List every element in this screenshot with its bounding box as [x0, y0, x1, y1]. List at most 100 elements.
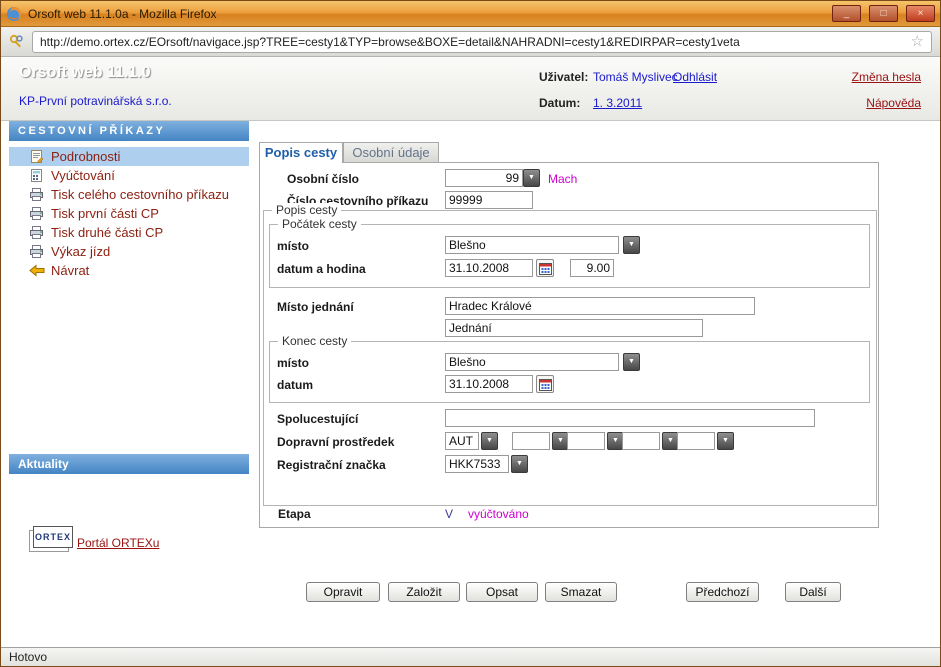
- sidebar-item-label: Výkaz jízd: [51, 244, 110, 259]
- window-title: Orsoft web 11.1.0a - Mozilla Firefox: [28, 7, 824, 21]
- user-label: Uživatel:: [539, 70, 588, 84]
- end-place-label: místo: [277, 356, 309, 370]
- sidebar-item-label: Tisk celého cestovního příkazu: [51, 187, 229, 202]
- sidebar-item-vykaz-jizd[interactable]: Výkaz jízd: [9, 242, 249, 261]
- close-button[interactable]: ×: [906, 5, 935, 22]
- personal-number-input[interactable]: [445, 169, 523, 187]
- help-link[interactable]: Nápověda: [866, 96, 921, 110]
- sidebar-item-label: Tisk druhé části CP: [51, 225, 163, 240]
- personal-number-name: Mach: [548, 172, 577, 186]
- sidebar-item-tisk-prvni[interactable]: Tisk první části CP: [9, 204, 249, 223]
- printer-icon: [29, 187, 45, 202]
- date-link[interactable]: 1. 3.2011: [593, 96, 642, 110]
- url-bar[interactable]: http://demo.ortex.cz/EOrsoft/navigace.js…: [32, 31, 932, 53]
- app-title: Orsoft web 11.1.0: [19, 64, 151, 82]
- transport-input[interactable]: [445, 432, 479, 450]
- trip-end-legend: Konec cesty: [278, 334, 351, 348]
- maximize-button[interactable]: □: [869, 5, 898, 22]
- trip-end-fieldset: Konec cesty: [269, 341, 870, 403]
- sidebar-item-label: Podrobnosti: [51, 149, 120, 164]
- transport-dropdown[interactable]: ▼: [481, 432, 498, 450]
- trip-start-legend: Počátek cesty: [278, 217, 361, 231]
- sidebar-item-label: Tisk první části CP: [51, 206, 159, 221]
- personal-number-label: Osobní číslo: [287, 172, 359, 186]
- stage-value: V: [445, 507, 453, 521]
- sidebar-item-navrat[interactable]: Návrat: [9, 261, 249, 280]
- delete-button[interactable]: Smazat: [545, 582, 617, 602]
- tab-popis-cesty[interactable]: Popis cesty: [259, 142, 343, 163]
- transport-extra-input[interactable]: [677, 432, 715, 450]
- browser-window: Orsoft web 11.1.0a - Mozilla Firefox _ □…: [0, 0, 941, 667]
- user-name: Tomáš Myslivec: [593, 70, 678, 84]
- page-content: CESTOVNÍ PŘÍKAZY Podrobnosti Vyúčtování …: [1, 121, 940, 647]
- trip-detail-panel: Osobní číslo ▼ Mach Číslo cestovního pří…: [259, 162, 879, 528]
- transport-extra-input[interactable]: [567, 432, 605, 450]
- stage-status: vyúčtováno: [468, 507, 529, 521]
- plate-input[interactable]: [445, 455, 509, 473]
- sidebar-item-podrobnosti[interactable]: Podrobnosti: [9, 147, 249, 166]
- plate-label: Registrační značka: [277, 458, 386, 472]
- sidebar-item-tisk-druhe[interactable]: Tisk druhé části CP: [9, 223, 249, 242]
- start-datetime-label: datum a hodina: [277, 262, 366, 276]
- start-date-input[interactable]: [445, 259, 533, 277]
- url-text: http://demo.ortex.cz/EOrsoft/navigace.js…: [40, 35, 911, 49]
- bookmark-star-icon[interactable]: ☆: [911, 34, 924, 49]
- change-password-link[interactable]: Změna hesla: [852, 70, 921, 84]
- status-bar: Hotovo: [1, 647, 940, 666]
- transport-extra-dropdown[interactable]: ▼: [717, 432, 734, 450]
- companions-label: Spolucestující: [277, 412, 358, 426]
- meeting-purpose-input[interactable]: [445, 319, 703, 337]
- end-date-input[interactable]: [445, 375, 533, 393]
- printer-icon: [29, 225, 45, 240]
- arrow-left-icon: [29, 263, 45, 278]
- transport-extra-input[interactable]: [622, 432, 660, 450]
- end-date-calendar-button[interactable]: [536, 375, 554, 393]
- sidebar-item-vyuctovani[interactable]: Vyúčtování: [9, 166, 249, 185]
- firefox-icon: [6, 6, 22, 22]
- news-section-title: Aktuality: [9, 454, 249, 474]
- plate-dropdown[interactable]: ▼: [511, 455, 528, 473]
- note-icon: [29, 149, 45, 164]
- end-date-label: datum: [277, 378, 313, 392]
- ortex-logo: ORTEX: [33, 526, 73, 548]
- start-time-input[interactable]: [570, 259, 614, 277]
- meeting-place-label: Místo jednání: [277, 300, 354, 314]
- portal-ortex-link[interactable]: Portál ORTEXu: [77, 536, 159, 550]
- next-button[interactable]: Další: [785, 582, 841, 602]
- tab-osobni-udaje[interactable]: Osobní údaje: [343, 142, 439, 162]
- start-place-dropdown[interactable]: ▼: [623, 236, 640, 254]
- printer-icon: [29, 244, 45, 259]
- trip-start-fieldset: Počátek cesty: [269, 224, 870, 288]
- start-place-label: místo: [277, 239, 309, 253]
- logout-link[interactable]: Odhlásit: [673, 70, 717, 84]
- sidebar-item-label: Návrat: [51, 263, 89, 278]
- browser-toolbar: http://demo.ortex.cz/EOrsoft/navigace.js…: [1, 27, 940, 57]
- create-button[interactable]: Založit: [388, 582, 460, 602]
- sidebar-title: CESTOVNÍ PŘÍKAZY: [9, 121, 249, 141]
- order-number-input[interactable]: [445, 191, 533, 209]
- personal-number-spinner[interactable]: ▼: [523, 169, 540, 187]
- printer-icon: [29, 206, 45, 221]
- site-favicon: [9, 34, 25, 50]
- sidebar-item-tisk-celeho[interactable]: Tisk celého cestovního příkazu: [9, 185, 249, 204]
- start-place-input[interactable]: [445, 236, 619, 254]
- edit-button[interactable]: Opravit: [306, 582, 380, 602]
- window-titlebar: Orsoft web 11.1.0a - Mozilla Firefox _ □…: [1, 1, 940, 27]
- status-text: Hotovo: [9, 650, 47, 664]
- transport-label: Dopravní prostředek: [277, 435, 394, 449]
- companions-input[interactable]: [445, 409, 815, 427]
- sidebar-item-label: Vyúčtování: [51, 168, 115, 183]
- app-header: Orsoft web 11.1.0 KP-První potravinářská…: [1, 57, 940, 121]
- minimize-button[interactable]: _: [832, 5, 861, 22]
- start-date-calendar-button[interactable]: [536, 259, 554, 277]
- calc-icon: [29, 168, 45, 183]
- copy-button[interactable]: Opsat: [466, 582, 538, 602]
- previous-button[interactable]: Předchozí: [686, 582, 759, 602]
- transport-extra-input[interactable]: [512, 432, 550, 450]
- date-label: Datum:: [539, 96, 580, 110]
- end-place-dropdown[interactable]: ▼: [623, 353, 640, 371]
- stage-label: Etapa: [278, 507, 311, 521]
- meeting-place-input[interactable]: [445, 297, 755, 315]
- end-place-input[interactable]: [445, 353, 619, 371]
- company-name: KP-První potravinářská s.r.o.: [19, 94, 172, 108]
